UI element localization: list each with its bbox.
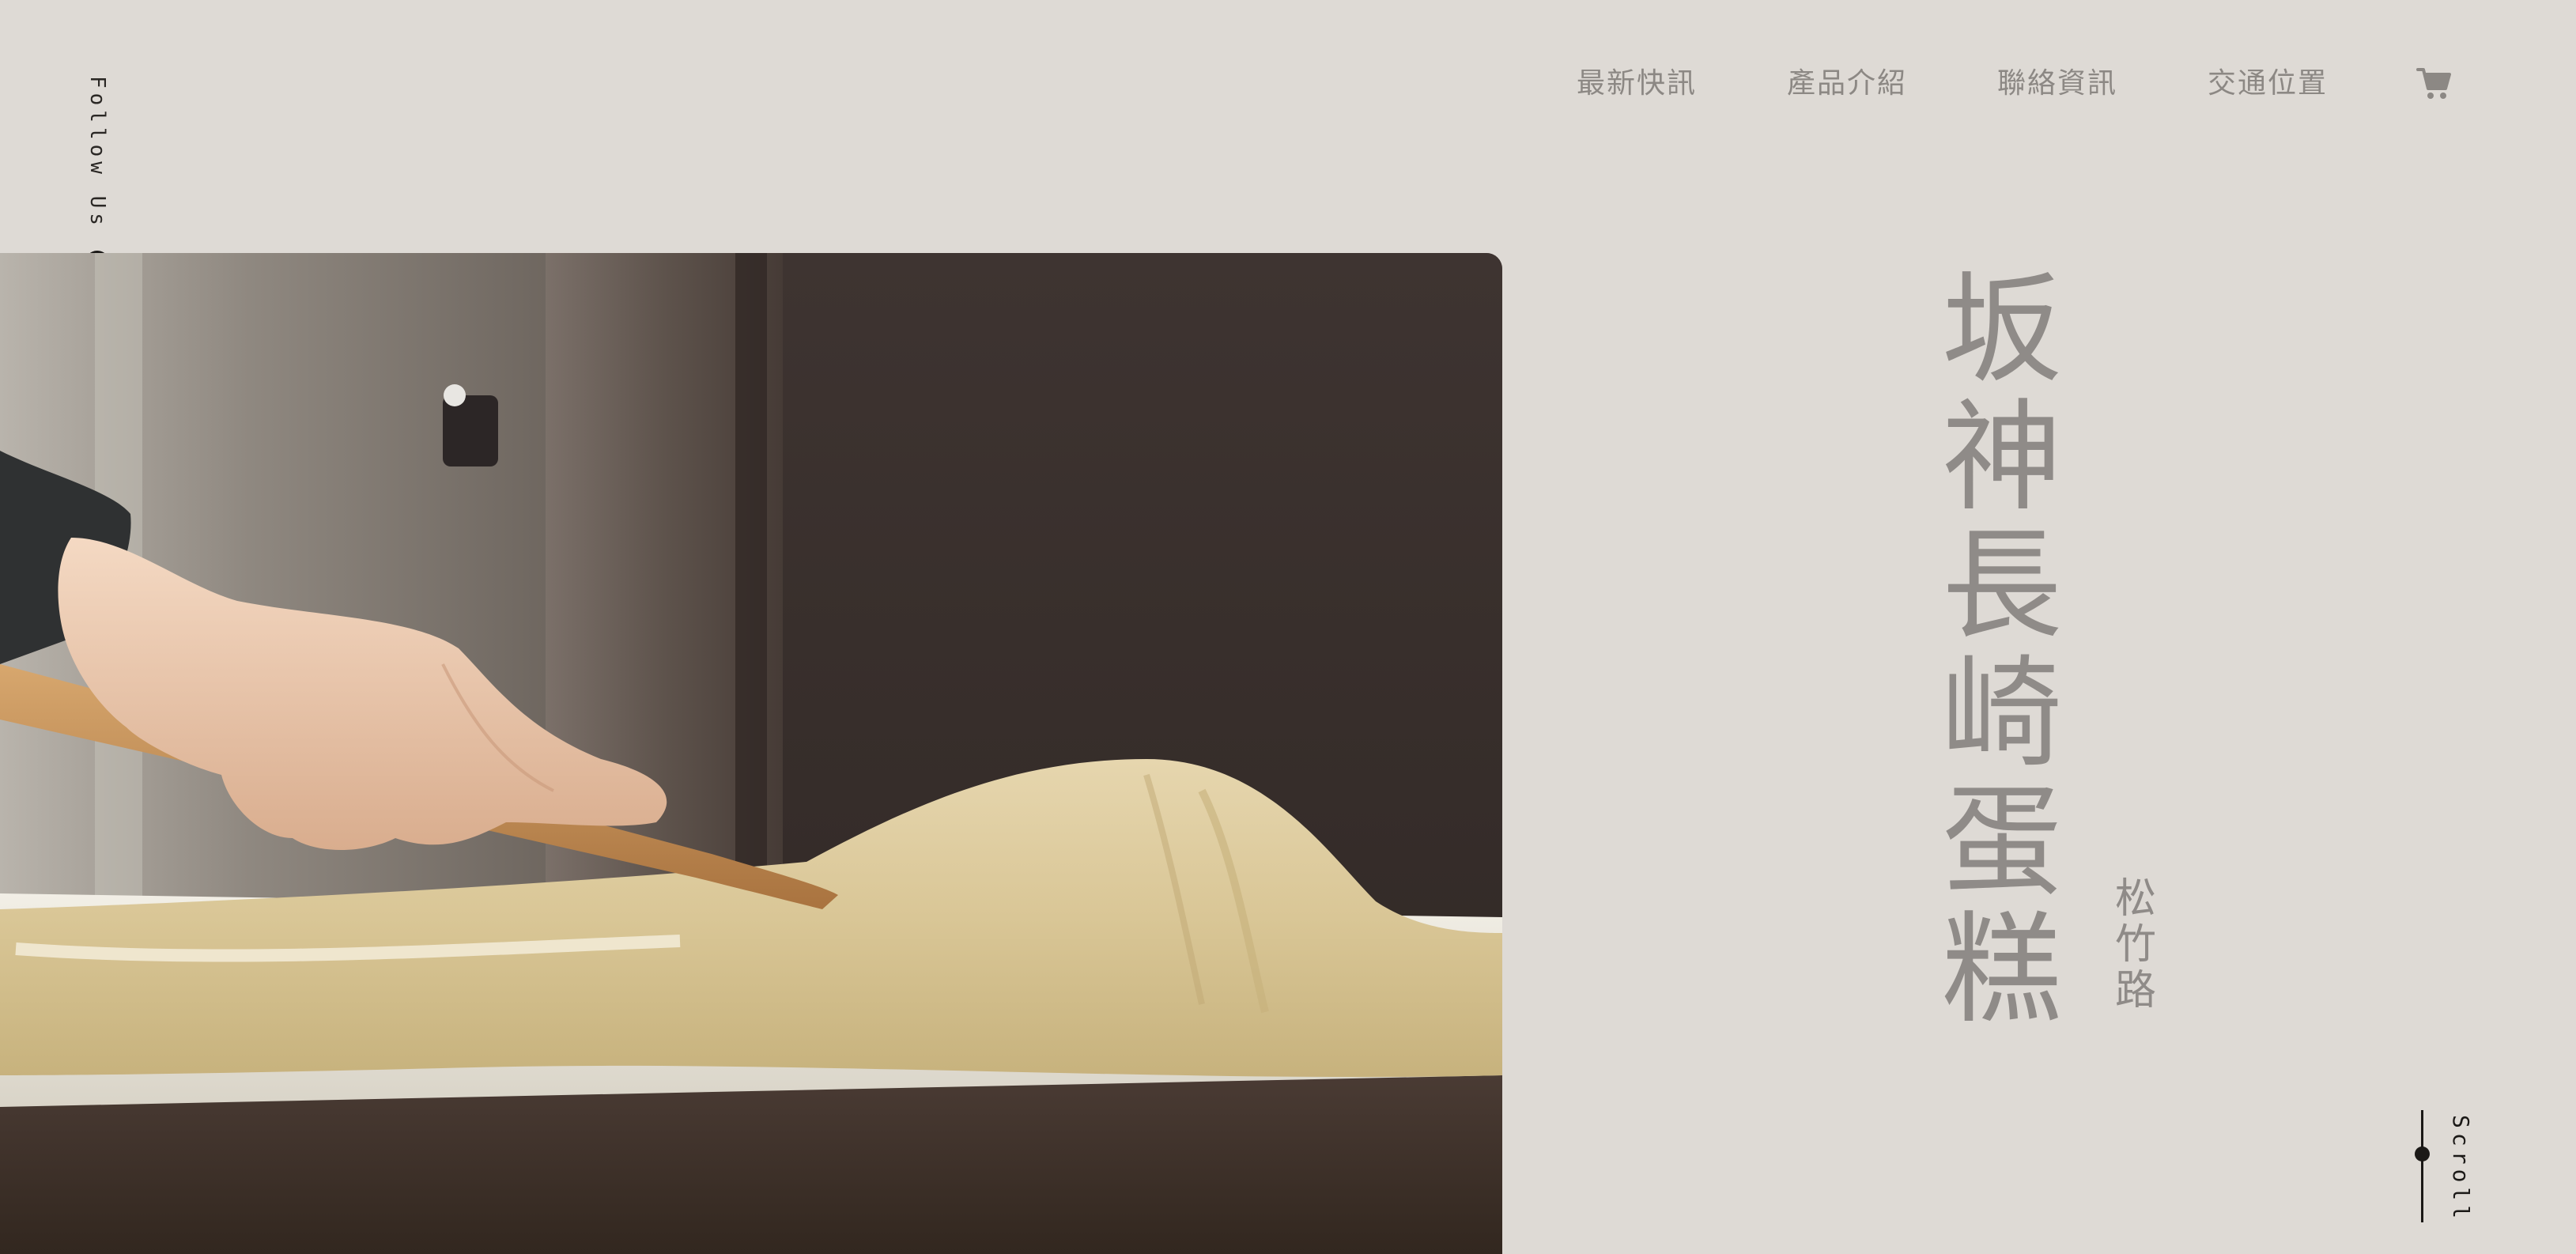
- follow-us-label: Follow Us: [85, 76, 109, 230]
- subtitle-char: 竹: [2114, 921, 2156, 969]
- subtitle-char: 路: [2114, 967, 2156, 1014]
- batter-spreading-illustration: [0, 253, 1502, 1254]
- nav-item-contact[interactable]: 聯絡資訊: [1997, 62, 2117, 106]
- hero-photo: [0, 253, 1502, 1254]
- title-char: 長: [1942, 516, 2062, 655]
- nav-item-location[interactable]: 交通位置: [2208, 62, 2328, 106]
- branch-subtitle: 松 竹 路: [2108, 876, 2163, 1014]
- brand-title: 坂 神 長 崎 蛋 糕: [1923, 266, 2081, 1034]
- follow-us: Follow Us: [85, 76, 110, 276]
- scroll-line: [2421, 1110, 2423, 1222]
- title-char: 坂: [1942, 259, 2062, 399]
- title-char: 神: [1942, 387, 2062, 527]
- title-char: 糕: [1942, 900, 2062, 1040]
- nav-item-news[interactable]: 最新快訊: [1577, 62, 1697, 106]
- scroll-indicator[interactable]: Scroll: [2404, 1109, 2475, 1224]
- cart-icon[interactable]: [2416, 66, 2453, 101]
- scroll-label: Scroll: [2448, 1115, 2474, 1224]
- subtitle-char: 松: [2114, 875, 2156, 923]
- main-nav: 最新快訊 產品介紹 聯絡資訊 交通位置: [1577, 62, 2453, 106]
- title-char: 蛋: [1942, 772, 2062, 912]
- nav-item-products[interactable]: 產品介紹: [1787, 62, 1907, 106]
- scroll-dot: [2415, 1146, 2430, 1161]
- title-char: 崎: [1942, 644, 2062, 784]
